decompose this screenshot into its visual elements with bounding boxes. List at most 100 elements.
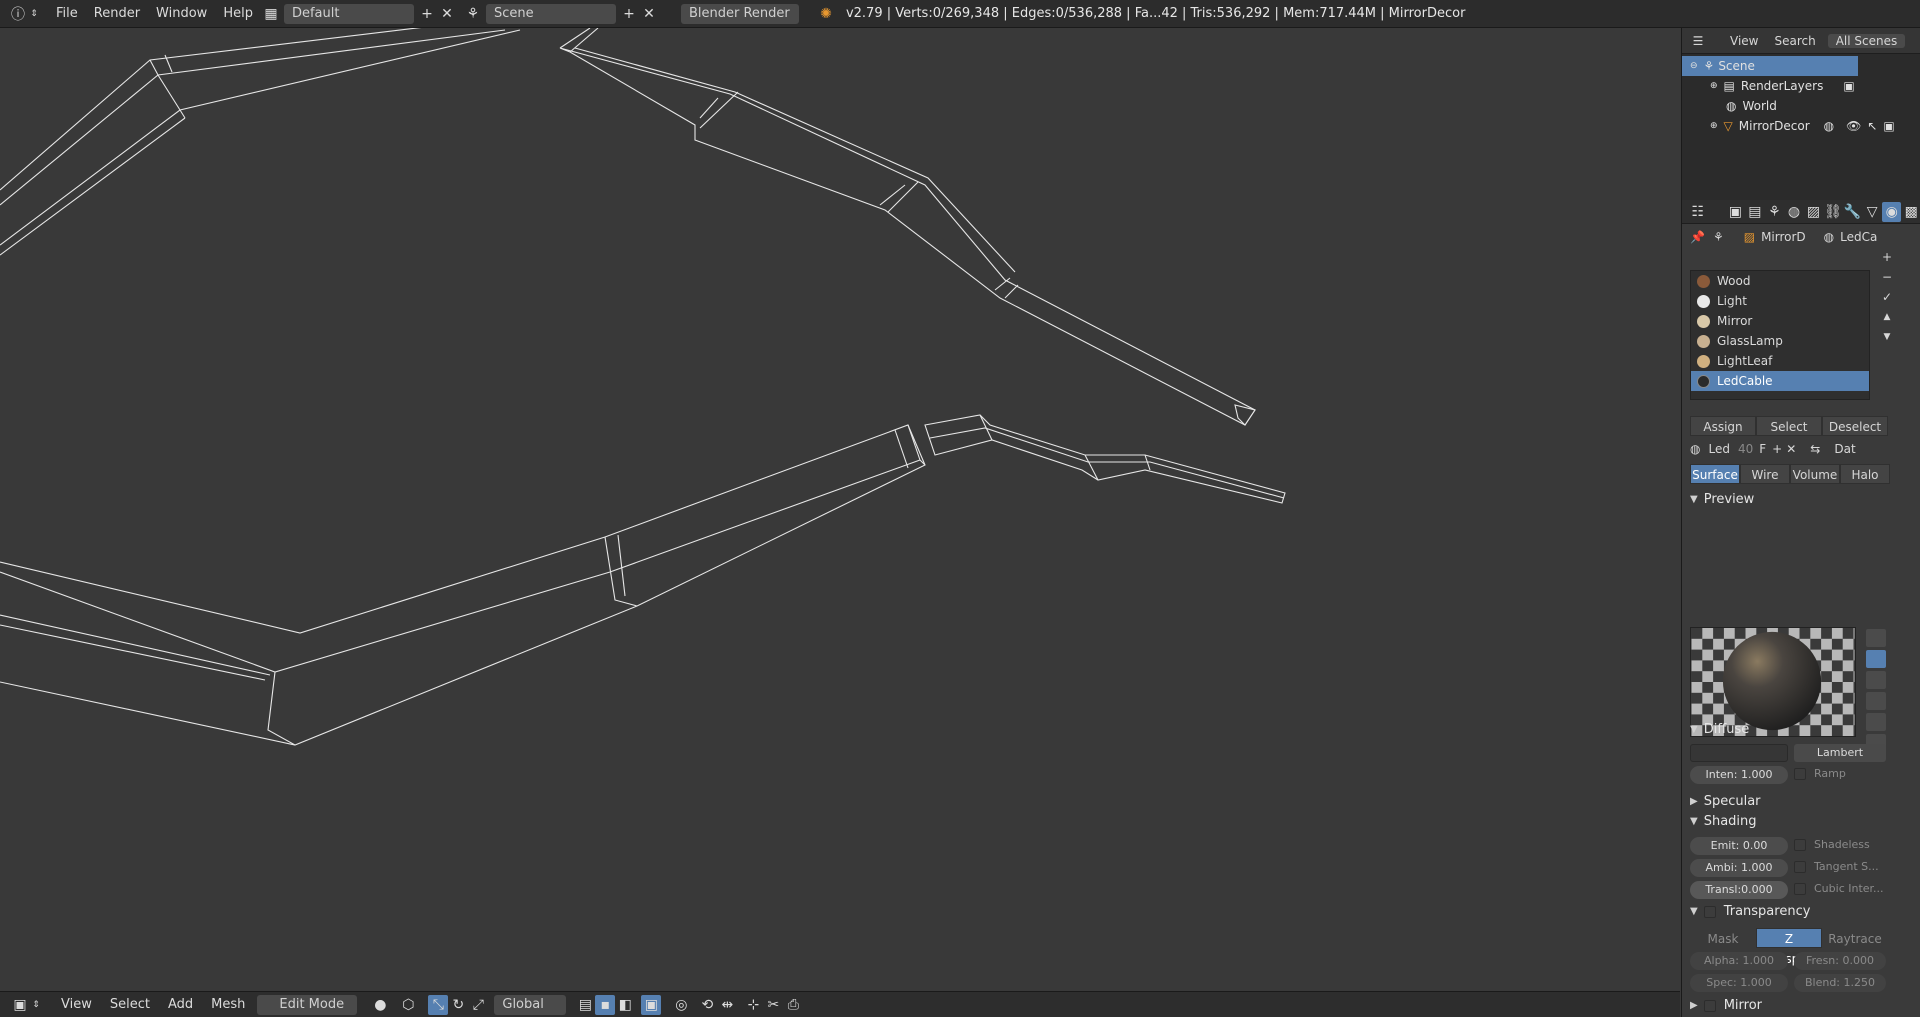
add-layout-icon[interactable]: +	[417, 4, 437, 24]
transform-orientation-select[interactable]: Global	[494, 994, 567, 1015]
opengl-render-icon[interactable]: ✂	[763, 995, 783, 1015]
expand-icon[interactable]: ⊕	[1710, 121, 1718, 131]
transparency-checkbox[interactable]	[1703, 905, 1716, 918]
manipulator-scale-icon[interactable]: ⤢	[468, 995, 488, 1015]
assign-button[interactable]: Assign	[1690, 416, 1756, 436]
renderability-camera-icon[interactable]: ▣	[1883, 119, 1894, 133]
world-tab-icon[interactable]: ◍	[1784, 202, 1804, 222]
material-slot-list[interactable]: Wood Light Mirror GlassLamp LightLeaf Le…	[1690, 270, 1870, 400]
outliner-item-renderlayers[interactable]: ⊕ ▤ RenderLayers ▣	[1682, 76, 1920, 96]
list-item[interactable]: GlassLamp	[1691, 331, 1869, 351]
snap-target-icon[interactable]: ⊹	[743, 995, 763, 1015]
pivot-point-icon[interactable]: ⬡	[398, 995, 418, 1015]
info-editor-icon[interactable]: ⓘ	[8, 4, 28, 24]
diffuse-color-field[interactable]	[1690, 744, 1788, 762]
render-toggle-icon[interactable]: ▣	[1843, 79, 1854, 93]
specular-alpha-field[interactable]: Spec: 1.000	[1690, 974, 1788, 992]
material-users-count[interactable]: 40	[1738, 442, 1753, 456]
object-tab-icon[interactable]: ▨	[1804, 202, 1824, 222]
add-scene-icon[interactable]: +	[619, 4, 639, 24]
manipulator-translate-icon[interactable]: ⤡	[428, 994, 449, 1015]
mirror-panel-header[interactable]: ▶ Mirror	[1690, 998, 1762, 1013]
properties-editor-icon[interactable]: ☷	[1688, 202, 1708, 222]
tab-halo[interactable]: Halo	[1840, 464, 1890, 484]
transparency-raytrace-button[interactable]: Raytrace	[1822, 928, 1888, 948]
menu-select[interactable]: Select	[101, 997, 159, 1012]
deselect-button[interactable]: Deselect	[1822, 416, 1888, 436]
scene-field[interactable]: Scene	[485, 3, 616, 24]
menu-add[interactable]: Add	[159, 997, 202, 1012]
list-item[interactable]: LightLeaf	[1691, 351, 1869, 371]
selectability-cursor-icon[interactable]: ↖	[1867, 119, 1877, 133]
outliner-item-mirrordecor[interactable]: ⊕ ▽ MirrorDecor ◍ 👁 ↖ ▣	[1682, 116, 1920, 136]
preview-cube-icon[interactable]	[1866, 671, 1886, 689]
screen-layout-icon[interactable]: ▦	[261, 4, 281, 24]
cubic-interpolation-checkbox[interactable]: Cubic Inter...	[1794, 882, 1884, 895]
shading-panel-header[interactable]: ▼ Shading	[1690, 814, 1757, 829]
add-slot-icon[interactable]: +	[1878, 250, 1896, 270]
outliner-menu-view[interactable]: View	[1722, 34, 1766, 48]
render-tab-icon[interactable]: ▣	[1726, 202, 1746, 222]
remove-layout-icon[interactable]: ✕	[437, 4, 457, 24]
visibility-eye-icon[interactable]: 👁	[1846, 119, 1861, 133]
outliner-display-mode[interactable]: All Scenes	[1827, 33, 1906, 48]
move-down-icon[interactable]: ▼	[1878, 332, 1896, 352]
preview-hair-icon[interactable]	[1866, 713, 1886, 731]
tab-surface[interactable]: Surface	[1690, 464, 1740, 484]
snap-element-icon[interactable]: ⇹	[717, 995, 737, 1015]
expand-icon[interactable]: ⊖	[1690, 61, 1698, 71]
mode-select[interactable]: Edit Mode	[257, 994, 358, 1015]
ramp-checkbox[interactable]: Ramp	[1794, 767, 1846, 780]
list-item[interactable]: LedCable	[1691, 371, 1869, 391]
unlink-material-icon[interactable]: ✕	[1786, 442, 1796, 456]
alpha-field[interactable]: Alpha: 1.000	[1690, 952, 1788, 970]
mirror-checkbox[interactable]	[1703, 999, 1716, 1012]
transparency-mask-button[interactable]: Mask	[1690, 928, 1756, 948]
editor-type-chevron-icon[interactable]: ⇕	[30, 995, 42, 1015]
preview-sphere-icon[interactable]	[1866, 650, 1886, 668]
translucency-field[interactable]: Transl:0.000	[1690, 881, 1788, 899]
scene-icon[interactable]: ⚘	[463, 4, 483, 24]
emit-field[interactable]: Emit: 0.00	[1690, 837, 1788, 855]
menu-render[interactable]: Render	[86, 4, 148, 24]
constraints-tab-icon[interactable]: ⛓	[1823, 202, 1843, 222]
material-name-field[interactable]: Led	[1708, 442, 1729, 456]
menu-window[interactable]: Window	[148, 4, 215, 24]
3d-viewport[interactable]	[0, 28, 1680, 991]
outliner-item-world[interactable]: ◍ World	[1682, 96, 1920, 116]
material-tab-icon[interactable]: ◉	[1881, 201, 1902, 222]
specular-panel-header[interactable]: ▶ Specular	[1690, 794, 1761, 809]
outliner-menu-search[interactable]: Search	[1766, 34, 1823, 48]
fake-user-toggle[interactable]: F	[1759, 442, 1766, 456]
list-item[interactable]: Light	[1691, 291, 1869, 311]
scene-tab-icon[interactable]: ⚘	[1765, 202, 1785, 222]
tab-volume[interactable]: Volume	[1790, 464, 1840, 484]
preview-plane-icon[interactable]	[1866, 629, 1886, 647]
remove-slot-icon[interactable]: −	[1878, 270, 1896, 290]
tab-wire[interactable]: Wire	[1740, 464, 1790, 484]
select-button[interactable]: Select	[1756, 416, 1822, 436]
menu-mesh[interactable]: Mesh	[202, 997, 254, 1012]
vertex-select-icon[interactable]: ▪	[595, 994, 616, 1015]
render-animation-icon[interactable]: ⎙	[783, 995, 803, 1015]
list-item[interactable]: Wood	[1691, 271, 1869, 291]
face-select-icon[interactable]: ◧	[615, 995, 635, 1015]
node-toggle-icon[interactable]: ⇆	[1810, 442, 1820, 456]
texture-tab-icon[interactable]: ▩	[1901, 202, 1920, 222]
proportional-edit-icon[interactable]: ◎	[671, 995, 691, 1015]
outliner-editor-icon[interactable]: ☰	[1688, 31, 1708, 51]
outliner-item-scene[interactable]: ⊖ ⚘ Scene	[1682, 56, 1858, 76]
menu-view[interactable]: View	[52, 997, 101, 1012]
link-data-select[interactable]: Dat	[1834, 442, 1855, 456]
render-engine-select[interactable]: Blender Render	[680, 3, 799, 24]
fresnel-field[interactable]: Fresn: 0.000	[1794, 952, 1886, 970]
layer-icon[interactable]: ▤	[575, 995, 595, 1015]
editor-type-chevron-icon[interactable]: ⇕	[28, 4, 40, 24]
shadeless-checkbox[interactable]: Shadeless	[1794, 838, 1870, 851]
viewport-shading-icon[interactable]: ●	[370, 995, 390, 1015]
pin-icon[interactable]: 📌	[1690, 230, 1705, 244]
preview-monkey-icon[interactable]	[1866, 692, 1886, 710]
menu-help[interactable]: Help	[215, 4, 261, 24]
transparency-panel-header[interactable]: ▼ Transparency	[1690, 904, 1810, 919]
layout-field[interactable]: Default	[283, 3, 414, 24]
